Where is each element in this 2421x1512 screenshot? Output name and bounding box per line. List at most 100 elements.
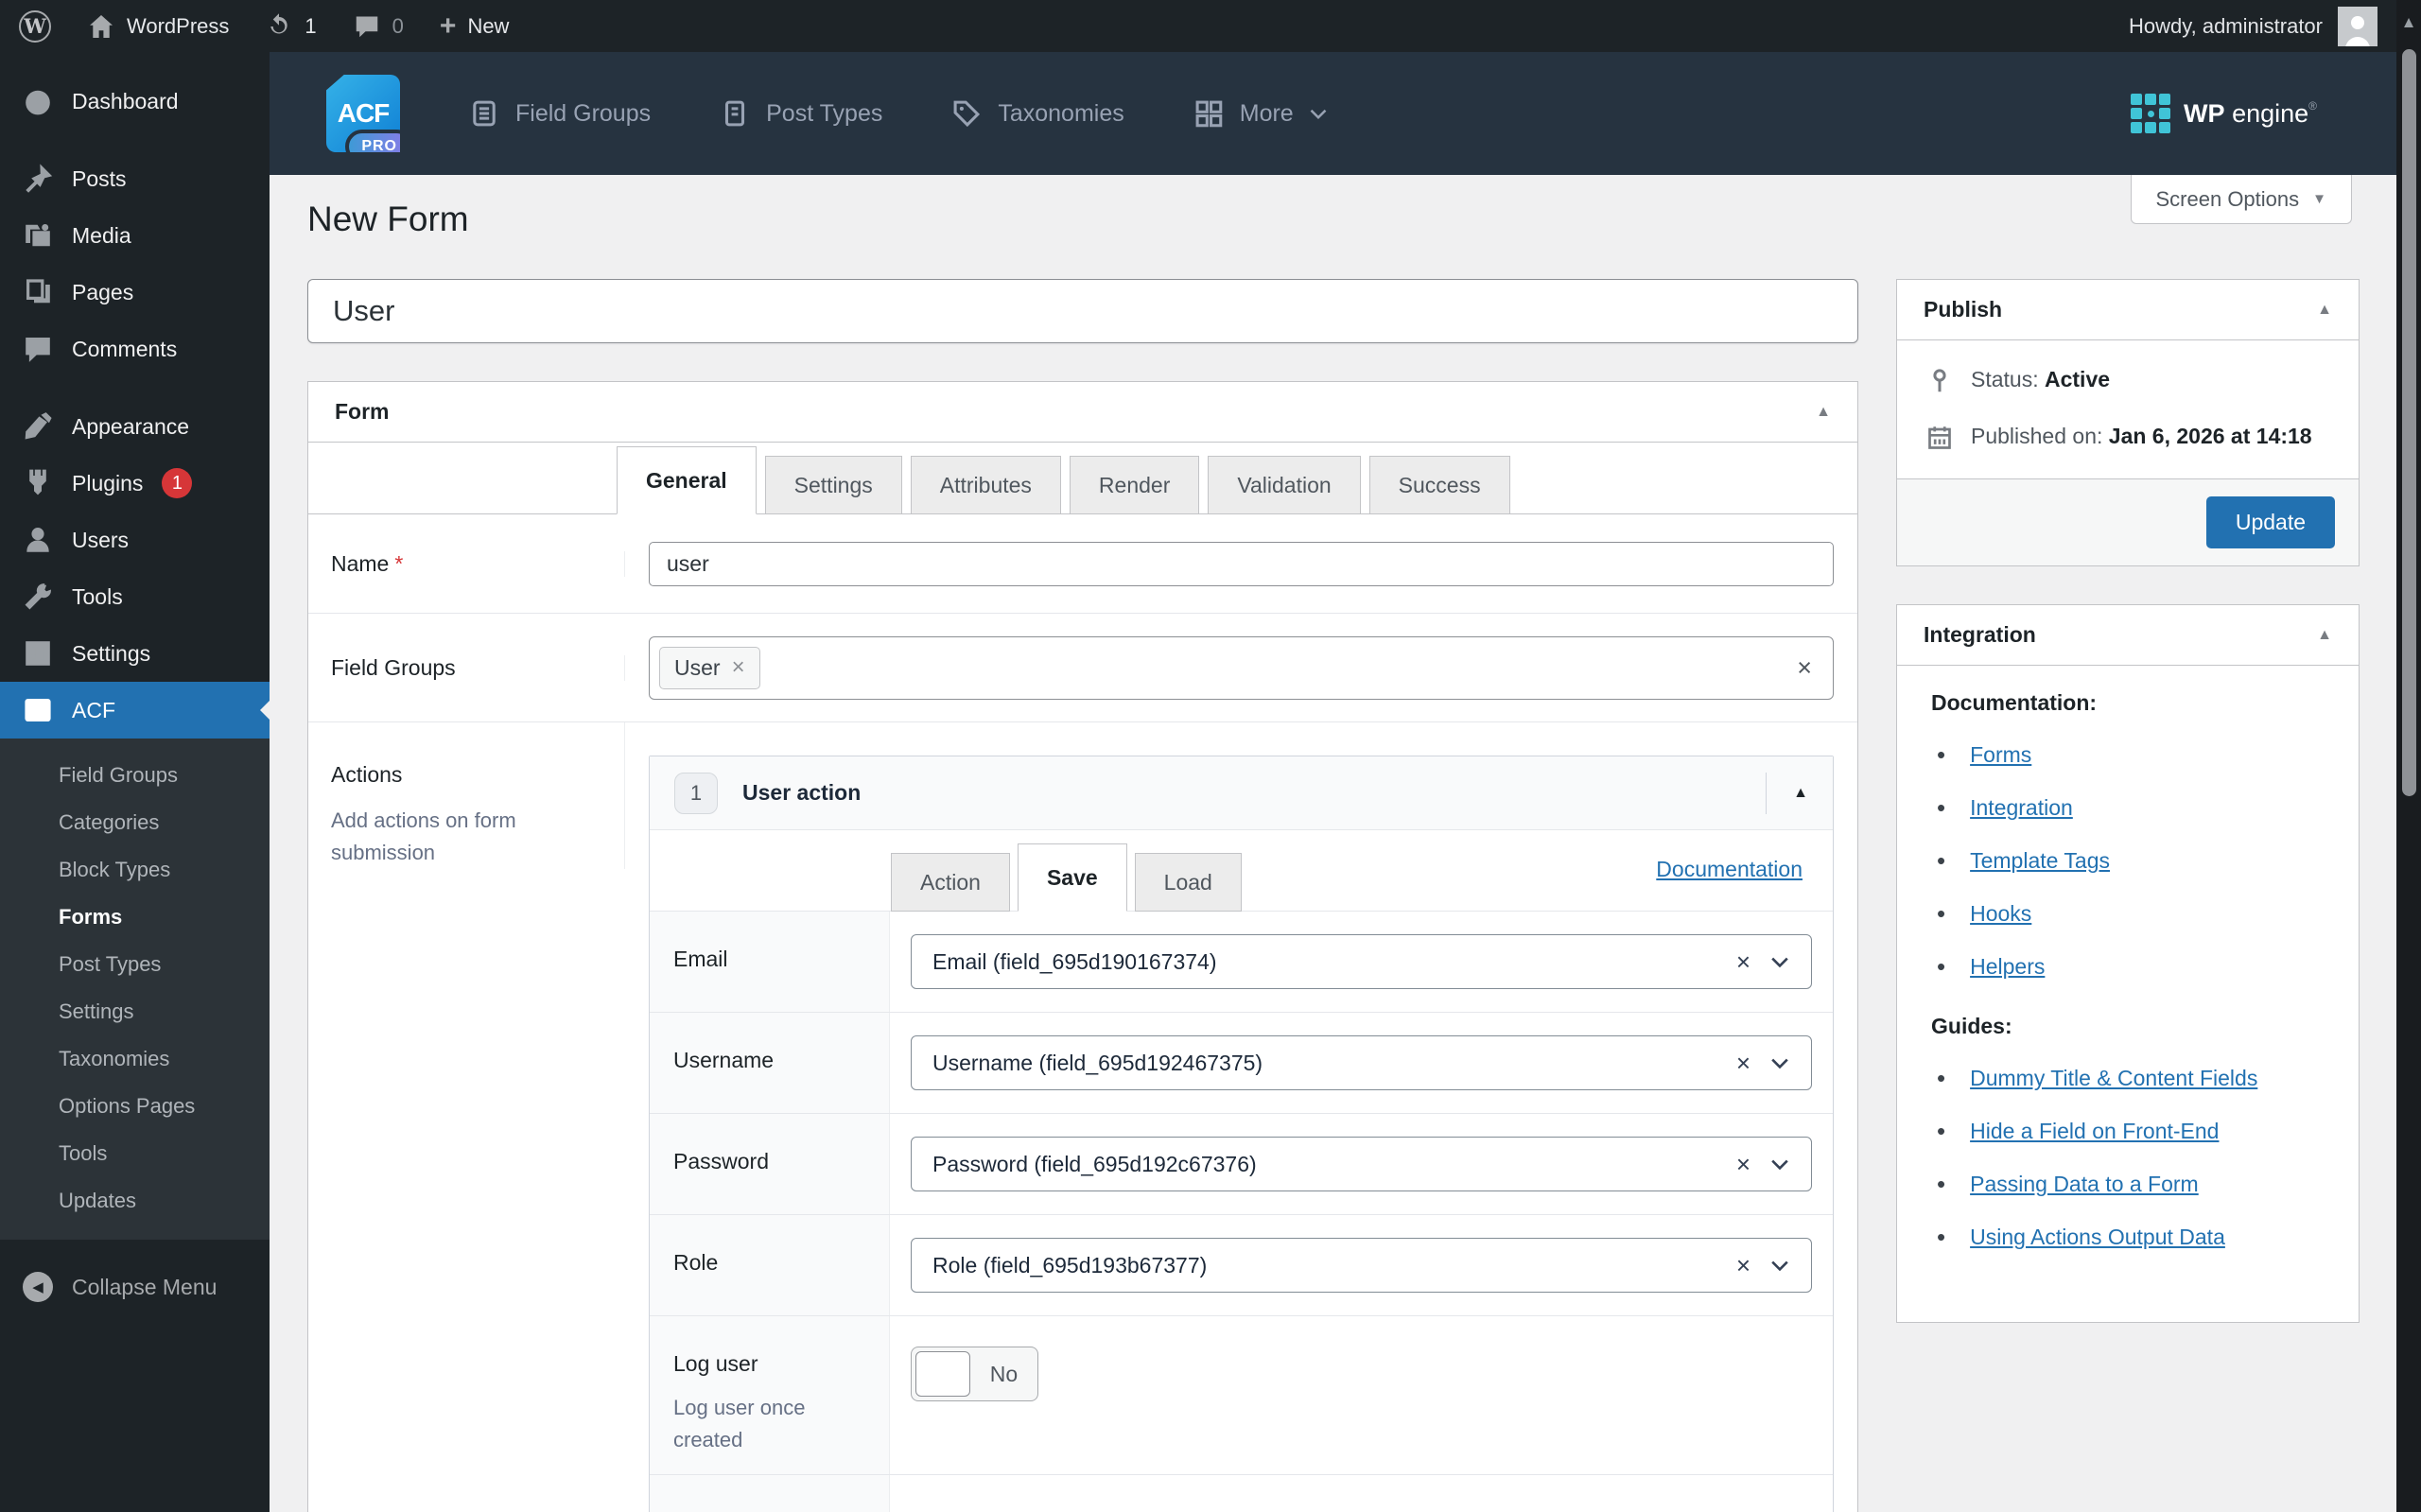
guide-passing-data-link[interactable]: Passing Data to a Form <box>1970 1172 2199 1197</box>
arrow-left-icon: ◀ <box>23 1272 53 1302</box>
list-item: •Dummy Title & Content Fields <box>1937 1064 2325 1093</box>
submenu-settings[interactable]: Settings <box>0 988 270 1035</box>
submenu-block-types[interactable]: Block Types <box>0 846 270 894</box>
role-select[interactable]: Role (field_695d193b67377) × <box>911 1238 1812 1293</box>
doc-integration-link[interactable]: Integration <box>1970 795 2073 821</box>
acf-toolbar: ACF PRO Field Groups Post Types Taxonomi… <box>270 52 2421 175</box>
password-select[interactable]: Password (field_695d192c67376) × <box>911 1137 1812 1191</box>
tab-attributes[interactable]: Attributes <box>911 456 1061 514</box>
sidebar-item-settings[interactable]: Settings <box>0 625 270 682</box>
tab-general[interactable]: General <box>617 446 757 514</box>
log-user-toggle[interactable]: No <box>911 1347 1038 1401</box>
collapse-menu-button[interactable]: ◀ Collapse Menu <box>0 1272 270 1302</box>
documentation-links: •Forms •Integration •Template Tags •Hook… <box>1937 740 2325 982</box>
name-input[interactable] <box>649 542 1834 586</box>
scrollbar-thumb[interactable] <box>2402 49 2416 796</box>
list-item: •Hooks <box>1937 899 2325 929</box>
submenu-updates[interactable]: Updates <box>0 1177 270 1225</box>
acf-logo[interactable]: ACF PRO <box>326 75 400 152</box>
sidebar-item-label: Tools <box>72 584 123 610</box>
sidebar-item-label: Users <box>72 528 129 553</box>
tab-action[interactable]: Action <box>891 853 1010 912</box>
nav-post-types[interactable]: Post Types <box>719 97 882 130</box>
clear-select-icon[interactable]: × <box>1736 947 1750 977</box>
field-group-tag[interactable]: User × <box>659 647 760 689</box>
sidebar-item-label: Pages <box>72 280 133 305</box>
sidebar-item-dashboard[interactable]: Dashboard <box>0 73 270 130</box>
comments-icon <box>23 334 53 364</box>
wpengine-brand: WP engine® <box>2131 94 2421 133</box>
sidebar-item-users[interactable]: Users <box>0 512 270 568</box>
submenu-field-groups[interactable]: Field Groups <box>0 752 270 799</box>
documentation-link[interactable]: Documentation <box>1656 857 1803 882</box>
wordpress-menu[interactable]: W <box>19 10 51 43</box>
sidebar-item-media[interactable]: Media <box>0 207 270 264</box>
submenu-forms[interactable]: Forms <box>0 894 270 941</box>
tab-render[interactable]: Render <box>1070 456 1199 514</box>
scrollbar-up-icon[interactable]: ▲ <box>2401 13 2417 32</box>
clear-select-icon[interactable]: × <box>1736 1251 1750 1280</box>
updates-indicator[interactable]: 1 <box>265 12 316 41</box>
submenu-tools[interactable]: Tools <box>0 1130 270 1177</box>
screen: W WordPress 1 0 + New Howdy, administrat… <box>0 0 2421 1512</box>
account-menu[interactable]: Howdy, administrator <box>2129 7 2421 46</box>
guide-actions-output-link[interactable]: Using Actions Output Data <box>1970 1225 2225 1250</box>
comments-indicator[interactable]: 0 <box>353 12 404 41</box>
username-select[interactable]: Username (field_695d192467375) × <box>911 1035 1812 1090</box>
screen-options-button[interactable]: Screen Options ▼ <box>2131 175 2353 224</box>
nav-more[interactable]: More <box>1193 97 1328 130</box>
acf-toolbar-nav: ACF PRO Field Groups Post Types Taxonomi… <box>270 75 1328 152</box>
collapse-panel-icon[interactable]: ▲ <box>2317 302 2332 319</box>
page-scrollbar[interactable]: ▲ <box>2396 0 2421 1512</box>
chevron-down-icon <box>1769 956 1790 968</box>
form-title-input[interactable] <box>307 279 1858 343</box>
doc-hooks-link[interactable]: Hooks <box>1970 901 2031 927</box>
guides-heading: Guides: <box>1931 1014 2325 1039</box>
published-row: Published on: Jan 6, 2026 at 14:18 <box>1925 424 2330 452</box>
sidebar-item-comments[interactable]: Comments <box>0 321 270 377</box>
avatar <box>2338 7 2377 46</box>
doc-template-tags-link[interactable]: Template Tags <box>1970 848 2110 874</box>
submenu-options-pages[interactable]: Options Pages <box>0 1083 270 1130</box>
settings-sliders-icon <box>23 638 53 669</box>
submenu-categories[interactable]: Categories <box>0 799 270 846</box>
clear-select-icon[interactable]: × <box>1736 1150 1750 1179</box>
doc-helpers-link[interactable]: Helpers <box>1970 954 2045 980</box>
tab-save[interactable]: Save <box>1018 843 1127 912</box>
collapse-panel-icon[interactable]: ▲ <box>1816 404 1831 421</box>
field-groups-select[interactable]: User × × <box>649 636 1834 700</box>
submenu-taxonomies[interactable]: Taxonomies <box>0 1035 270 1083</box>
nav-label: More <box>1240 100 1294 128</box>
doc-forms-link[interactable]: Forms <box>1970 742 2031 768</box>
clear-select-icon[interactable]: × <box>1736 1049 1750 1078</box>
tab-validation[interactable]: Validation <box>1208 456 1360 514</box>
tab-load[interactable]: Load <box>1135 853 1242 912</box>
remove-tag-icon[interactable]: × <box>732 654 745 681</box>
sidebar-item-posts[interactable]: Posts <box>0 150 270 207</box>
guide-hide-field-link[interactable]: Hide a Field on Front-End <box>1970 1119 2219 1144</box>
bullet: • <box>1937 846 1945 876</box>
updates-count: 1 <box>305 14 316 39</box>
sidebar-item-tools[interactable]: Tools <box>0 568 270 625</box>
sidebar-item-plugins[interactable]: Plugins 1 <box>0 455 270 512</box>
collapse-action-icon[interactable]: ▲ <box>1793 785 1808 802</box>
sidebar-item-appearance[interactable]: Appearance <box>0 398 270 455</box>
nav-field-groups[interactable]: Field Groups <box>468 97 651 130</box>
submenu-post-types[interactable]: Post Types <box>0 941 270 988</box>
guide-dummy-title-link[interactable]: Dummy Title & Content Fields <box>1970 1066 2257 1091</box>
collapse-panel-icon[interactable]: ▲ <box>2317 627 2332 644</box>
tab-success[interactable]: Success <box>1369 456 1510 514</box>
site-link[interactable]: WordPress <box>87 12 229 41</box>
sidebar-item-pages[interactable]: Pages <box>0 264 270 321</box>
new-content-menu[interactable]: + New <box>440 12 510 41</box>
field-groups-icon <box>468 97 500 130</box>
sidebar-item-acf[interactable]: ACF <box>0 682 270 739</box>
clear-select-icon[interactable]: × <box>1797 653 1812 683</box>
update-button[interactable]: Update <box>2206 496 2335 548</box>
nav-taxonomies[interactable]: Taxonomies <box>950 97 1123 130</box>
tab-settings[interactable]: Settings <box>765 456 902 514</box>
more-grid-icon <box>1193 97 1225 130</box>
user-action-header[interactable]: 1 User action ▲ <box>650 756 1833 830</box>
appearance-brush-icon <box>23 411 53 442</box>
email-select[interactable]: Email (field_695d190167374) × <box>911 934 1812 989</box>
